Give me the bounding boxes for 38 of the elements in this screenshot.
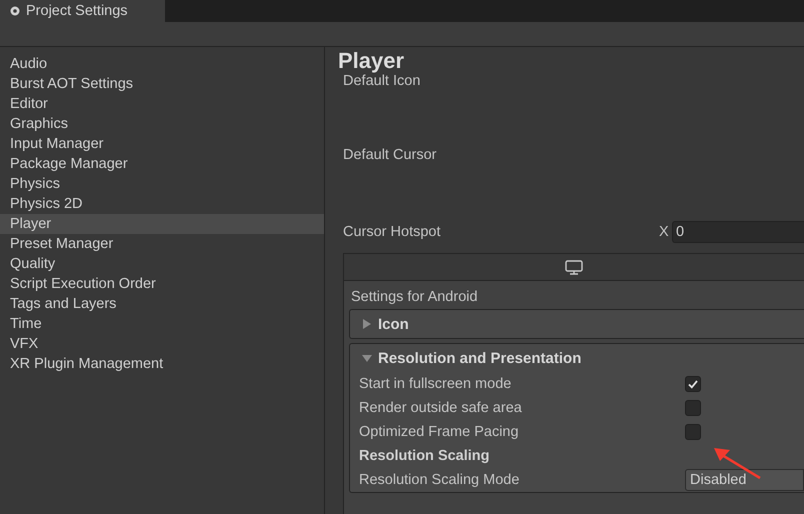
triangle-right-icon bbox=[362, 319, 372, 329]
sidebar-item[interactable]: Tags and Layers bbox=[0, 294, 324, 314]
sidebar-item[interactable]: Package Manager bbox=[0, 154, 324, 174]
checkbox[interactable] bbox=[685, 424, 701, 440]
dropdown[interactable]: Disabled bbox=[685, 469, 804, 491]
input-field[interactable]: 0 bbox=[672, 221, 804, 243]
setting-label: Default Cursor bbox=[343, 147, 438, 163]
window-tab[interactable]: Project Settings bbox=[0, 0, 165, 22]
sidebar-item[interactable]: Time bbox=[0, 314, 324, 334]
sidebar-item[interactable]: Physics bbox=[0, 174, 324, 194]
setting-label: Default Icon bbox=[343, 73, 422, 89]
section-heading: Resolution Scaling bbox=[359, 448, 491, 464]
page-title: Player bbox=[338, 47, 406, 73]
sidebar-item[interactable]: Graphics bbox=[0, 114, 324, 134]
axis-label: X bbox=[659, 224, 670, 240]
checkbox[interactable] bbox=[685, 376, 701, 392]
sidebar-item[interactable]: VFX bbox=[0, 334, 324, 354]
checkbox[interactable] bbox=[685, 400, 701, 416]
setting-label: Optimized Frame Pacing bbox=[359, 424, 520, 440]
foldout-header[interactable]: Resolution and Presentation bbox=[350, 344, 804, 372]
setting-label: Render outside safe area bbox=[359, 400, 523, 416]
setting-label: Start in fullscreen mode bbox=[359, 376, 512, 392]
sidebar-item[interactable]: Preset Manager bbox=[0, 234, 324, 254]
sidebar-item[interactable]: XR Plugin Management bbox=[0, 354, 324, 374]
setting-label: Cursor Hotspot bbox=[343, 224, 442, 240]
sidebar-item[interactable]: Quality bbox=[0, 254, 324, 274]
sidebar-item[interactable]: Audio bbox=[0, 54, 324, 74]
sidebar-item[interactable]: Script Execution Order bbox=[0, 274, 324, 294]
sidebar-item[interactable]: Burst AOT Settings bbox=[0, 74, 324, 94]
sidebar-item[interactable]: Physics 2D bbox=[0, 194, 324, 214]
sidebar-item[interactable]: Player bbox=[0, 214, 324, 234]
setting-label: Resolution Scaling Mode bbox=[359, 472, 520, 488]
platform-label: Settings for Android bbox=[351, 289, 479, 305]
triangle-down-icon bbox=[362, 353, 372, 363]
foldout-header[interactable]: Icon bbox=[350, 310, 804, 338]
sidebar-item[interactable]: Editor bbox=[0, 94, 324, 114]
monitor-icon[interactable] bbox=[565, 260, 583, 274]
sidebar-item[interactable]: Input Manager bbox=[0, 134, 324, 154]
